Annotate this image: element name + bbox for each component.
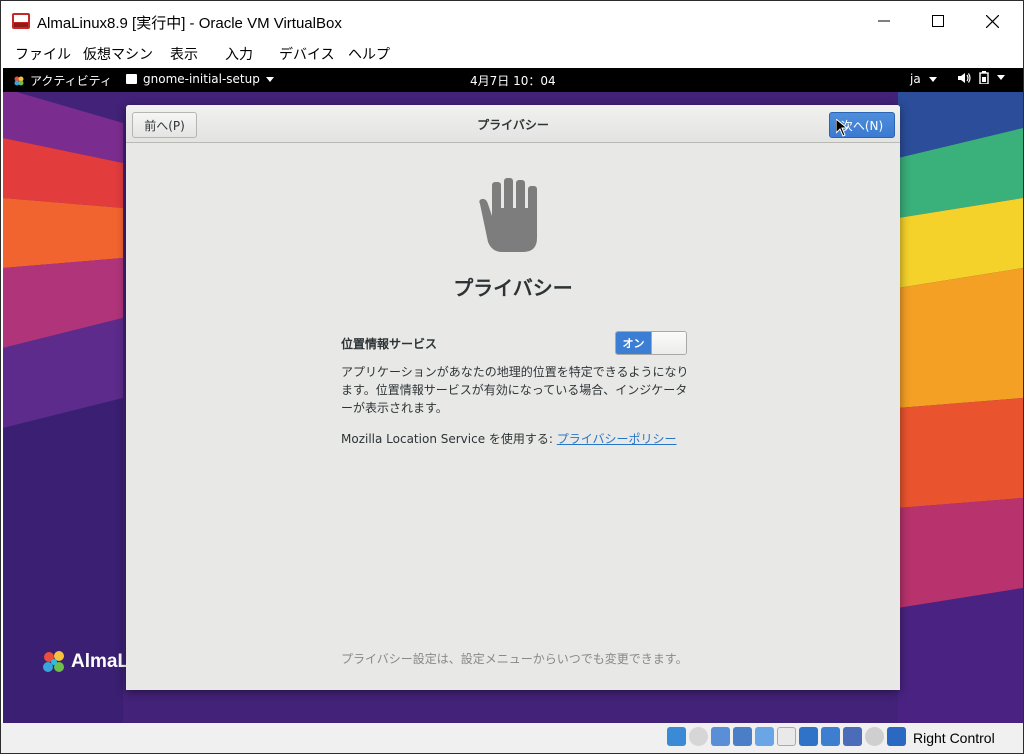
window-title: AlmaLinux8.9 [実行中] - Oracle VM VirtualBo… [37,15,342,32]
page-title: プライバシー [453,276,573,300]
mouse-integration-icon[interactable] [865,727,884,746]
dialog-header: 前へ(P) プライバシー 次へ(N) [126,105,900,143]
menu-view[interactable]: 表示 [170,44,198,64]
activities-label: アクティビティ [30,74,112,88]
mls-text: Mozilla Location Service を使用する: [341,432,557,446]
close-icon [985,14,999,28]
audio-icon[interactable] [711,727,730,746]
location-services-description: アプリケーションがあなたの地理的位置を特定できるようになります。位置情報サービス… [341,365,689,415]
maximize-button[interactable] [915,5,961,37]
language-label: ja [910,72,921,86]
video-capture-icon[interactable] [821,727,840,746]
mouse-cursor-icon [836,119,848,137]
switch-knob [651,332,686,354]
minimize-button[interactable] [861,5,907,37]
almalinux-logo: AlmaL [41,649,129,675]
menu-file[interactable]: ファイル [15,44,71,64]
virtualbox-window: AlmaLinux8.9 [実行中] - Oracle VM VirtualBo… [0,0,1024,754]
privacy-policy-link[interactable]: プライバシーポリシー [557,432,677,446]
almalinux-logo-text: AlmaL [71,651,130,672]
host-key-icon[interactable] [887,727,906,746]
system-status-menu[interactable] [958,71,1005,84]
device-status-icons [667,727,906,746]
app-menu-label: gnome-initial-setup [143,72,260,86]
menu-devices[interactable]: デバイス [279,44,335,64]
language-indicator[interactable]: ja [910,72,937,86]
virtualbox-statusbar: Right Control [1,723,1023,753]
menu-bar: ファイル 仮想マシン 表示 入力 デバイス ヘルプ [1,41,1023,68]
network-icon[interactable] [733,727,752,746]
shared-folders-icon[interactable] [777,727,796,746]
battery-icon [979,71,989,84]
menu-help[interactable]: ヘルプ [348,44,390,64]
gnome-top-bar: アクティビティ gnome-initial-setup 4月7日 10：04 j… [3,68,1023,92]
close-button[interactable] [969,5,1015,37]
guest-display[interactable]: アクティビティ gnome-initial-setup 4月7日 10：04 j… [3,68,1023,723]
usb-icon[interactable] [755,727,774,746]
virtualization-icon[interactable] [843,727,862,746]
location-services-switch[interactable]: オン [615,331,687,355]
alma-small-icon [14,76,24,85]
dialog-header-title: プライバシー [477,118,549,132]
volume-icon [958,72,971,83]
chevron-down-icon [928,77,937,82]
switch-on-label: オン [616,332,651,354]
virtualbox-app-icon [12,13,30,29]
hard-disk-icon[interactable] [667,727,686,746]
optical-drive-icon[interactable] [689,727,708,746]
chevron-down-icon [265,76,274,82]
display-icon[interactable] [799,727,818,746]
minimize-icon [878,20,890,22]
activities-button[interactable]: アクティビティ [13,72,112,89]
clock[interactable]: 4月7日 10：04 [470,72,556,89]
footer-note: プライバシー設定は、設定メニューからいつでも変更できます。 [341,652,688,666]
app-menu[interactable]: gnome-initial-setup [126,72,274,86]
menu-input[interactable]: 入力 [225,44,253,64]
menu-machine[interactable]: 仮想マシン [83,44,153,64]
host-key-label: Right Control [913,730,995,746]
app-window-icon [126,74,137,84]
maximize-icon [932,15,944,27]
chevron-down-icon [997,75,1005,80]
initial-setup-dialog: 前へ(P) プライバシー 次へ(N) プライバシー 位置情報サービス オン アプ… [126,105,900,690]
location-services-label: 位置情報サービス [341,337,438,351]
almalinux-logo-icon [43,651,64,672]
window-titlebar[interactable]: AlmaLinux8.9 [実行中] - Oracle VM VirtualBo… [1,1,1023,41]
hand-privacy-icon [479,178,537,252]
mls-line: Mozilla Location Service を使用する: プライバシーポリ… [341,430,677,447]
